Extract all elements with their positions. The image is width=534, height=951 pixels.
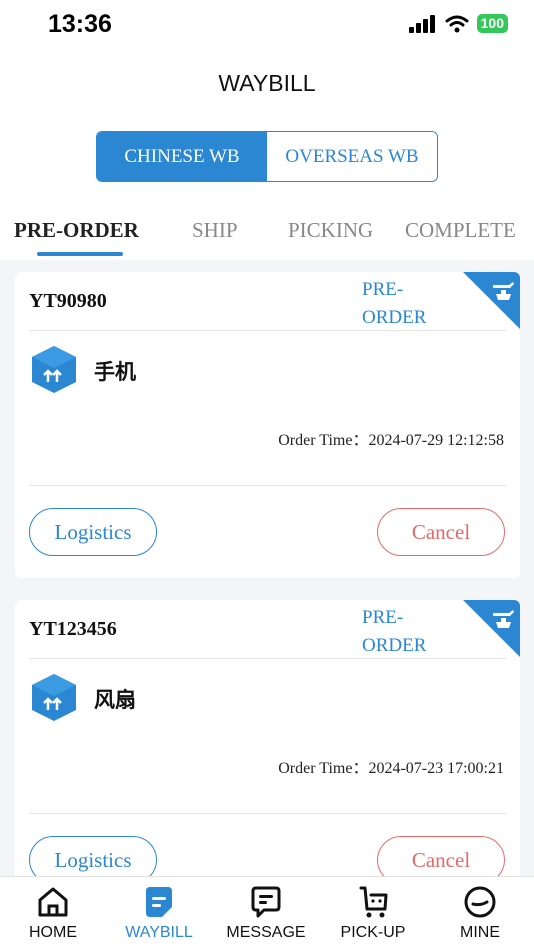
cancel-button[interactable]: Cancel (377, 836, 505, 876)
package-icon (32, 674, 76, 721)
card-divider (29, 330, 506, 331)
tab-picking[interactable]: PICKING (288, 218, 373, 243)
order-time-label: Order Time： (278, 432, 369, 449)
order-time-value: 2024-07-29 12:12:58 (368, 432, 504, 449)
logistics-button[interactable]: Logistics (29, 836, 157, 876)
tabbar-mine[interactable]: MINE (427, 877, 533, 951)
order-number: YT90980 (29, 290, 107, 312)
cancel-button[interactable]: Cancel (377, 508, 505, 556)
overseas-shipping-icon (463, 272, 520, 329)
tab-complete[interactable]: COMPLETE (405, 218, 516, 243)
order-status: PRE-ORDER (362, 607, 427, 656)
card-divider (29, 485, 506, 486)
segment-chinese-wb[interactable]: CHINESE WB (97, 132, 267, 181)
tabbar-label: HOME (29, 924, 77, 941)
tabbar-label: WAYBILL (125, 924, 193, 941)
overseas-shipping-icon (463, 600, 520, 657)
logistics-button[interactable]: Logistics (29, 508, 157, 556)
tabbar-label: PICK-UP (340, 924, 406, 941)
goods-name: 风扇 (94, 688, 136, 712)
order-number: YT123456 (29, 618, 117, 640)
segment-overseas-wb[interactable]: OVERSEAS WB (267, 132, 437, 181)
order-time-value: 2024-07-23 17:00:21 (368, 760, 504, 777)
order-time: Order Time：2024-07-23 17:00:21 (278, 754, 504, 778)
page-title: WAYBILL (218, 70, 316, 96)
tabbar-waybill[interactable]: WAYBILL (106, 877, 212, 951)
tab-pre-order[interactable]: PRE-ORDER (14, 218, 139, 243)
goods-name: 手机 (94, 360, 136, 384)
order-status: PRE-ORDER (362, 279, 427, 328)
tabbar-message[interactable]: MESSAGE (213, 877, 319, 951)
status-tabs: PRE-ORDER SHIP PICKING COMPLETE (0, 214, 534, 260)
order-time-label: Order Time： (278, 760, 369, 777)
signal-icon (408, 14, 435, 33)
tabbar-label: MESSAGE (226, 924, 306, 941)
tabbar-pickup[interactable]: PICK-UP (320, 877, 426, 951)
status-time: 13:36 (48, 10, 112, 38)
tab-active-indicator (37, 252, 123, 256)
battery-icon: 100 (476, 14, 508, 33)
tab-ship[interactable]: SHIP (192, 218, 238, 243)
message-icon (251, 886, 281, 918)
card-divider (29, 813, 506, 814)
tabbar-home[interactable]: HOME (0, 877, 106, 951)
package-icon (32, 346, 76, 393)
waybill-type-segment: CHINESE WB OVERSEAS WB (96, 131, 438, 182)
home-icon (38, 887, 68, 917)
order-card[interactable]: YT90980 PRE-ORDER 手机 Order Time：2024-07-… (15, 272, 520, 578)
status-bar: 13:36 100 (0, 0, 534, 50)
order-list: YT90980 PRE-ORDER 手机 Order Time：2024-07-… (0, 260, 534, 876)
tabbar-label: MINE (460, 924, 500, 941)
status-icons: 100 (408, 14, 508, 33)
waybill-icon (146, 887, 172, 917)
card-divider (29, 658, 506, 659)
mine-icon (464, 886, 496, 918)
wifi-icon (445, 15, 469, 32)
order-time: Order Time：2024-07-29 12:12:58 (278, 426, 504, 450)
bottom-tab-bar: HOME WAYBILL MESSAGE PICK-UP MINE (0, 876, 534, 951)
pickup-icon (359, 886, 388, 918)
order-card[interactable]: YT123456 PRE-ORDER 风扇 Order Time：2024-07… (15, 600, 520, 876)
